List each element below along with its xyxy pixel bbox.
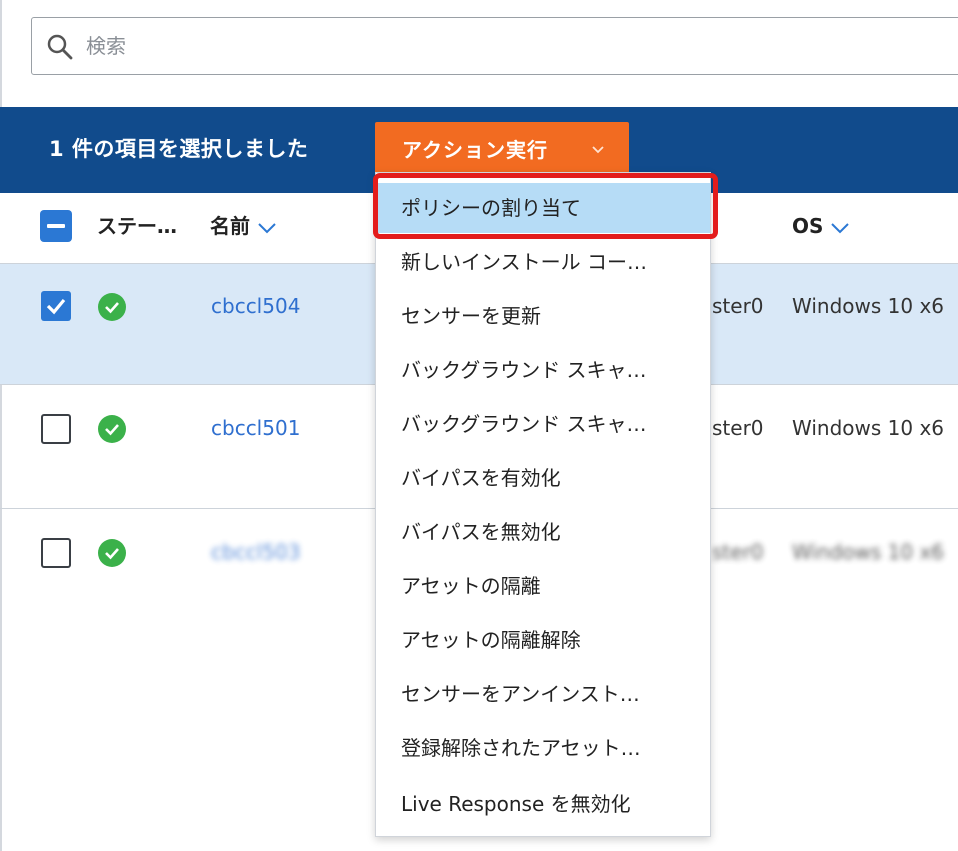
search-icon — [47, 34, 73, 60]
highlight-annotation — [373, 173, 718, 239]
status-ok-icon — [98, 415, 126, 443]
action-button-label: アクション実行 — [402, 138, 548, 162]
device-name-link[interactable]: cbccl503 — [211, 538, 300, 566]
row-checkbox[interactable] — [41, 291, 71, 321]
search-placeholder: 検索 — [86, 34, 126, 58]
menu-item-enable-bypass[interactable]: バイパスを有効化 — [376, 453, 710, 503]
sort-down-icon[interactable] — [258, 222, 276, 234]
menu-item-quarantine-asset[interactable]: アセットの隔離 — [376, 561, 710, 611]
menu-item-uninstall-sensor[interactable]: センサーをアンインスト… — [376, 669, 710, 719]
select-all-checkbox[interactable] — [40, 210, 72, 242]
column-header-os-label: OS — [792, 214, 824, 238]
status-ok-icon — [98, 293, 126, 321]
column-header-name-label: 名前 — [210, 214, 250, 238]
menu-item-unquarantine-asset[interactable]: アセットの隔離解除 — [376, 615, 710, 665]
column-header-status[interactable]: ステー… — [97, 212, 177, 240]
menu-item-disable-bypass[interactable]: バイパスを無効化 — [376, 507, 710, 557]
sort-down-icon[interactable] — [831, 222, 850, 234]
device-group-cell: ster0 — [712, 416, 764, 440]
selection-count-text: 1 件の項目を選択しました — [49, 137, 309, 161]
checkmark-icon — [46, 298, 66, 315]
menu-item-update-sensor[interactable]: センサーを更新 — [376, 291, 710, 341]
device-group-cell: ster0 — [712, 294, 764, 318]
row-checkbox[interactable] — [41, 538, 71, 568]
row-checkbox[interactable] — [41, 414, 71, 444]
chevron-down-icon — [592, 146, 604, 154]
device-name-link[interactable]: cbccl501 — [211, 414, 300, 442]
device-name-link[interactable]: cbccl504 — [211, 292, 300, 320]
device-os-cell: Windows 10 x6 — [792, 416, 945, 440]
search-field[interactable]: 検索 — [31, 17, 958, 75]
menu-item-disable-live-response[interactable]: Live Response を無効化 — [376, 779, 710, 829]
menu-item-deregistered-assets[interactable]: 登録解除されたアセット… — [376, 723, 710, 773]
column-header-name[interactable]: 名前 — [210, 212, 276, 240]
action-menu: ポリシーの割り当て 新しいインストール コー… センサーを更新 バックグラウンド… — [375, 172, 711, 837]
menu-item-background-scan-1[interactable]: バックグラウンド スキャ… — [376, 345, 710, 395]
menu-item-background-scan-2[interactable]: バックグラウンド スキャ… — [376, 399, 710, 449]
action-button[interactable]: アクション実行 — [375, 122, 629, 178]
device-group-cell: ster0 — [712, 540, 764, 564]
device-os-cell: Windows 10 x6 — [792, 294, 945, 318]
column-header-os[interactable]: OS — [792, 212, 850, 240]
menu-item-new-install-code[interactable]: 新しいインストール コー… — [376, 237, 710, 287]
device-os-cell: Windows 10 x6 — [792, 540, 945, 564]
status-ok-icon — [98, 539, 126, 567]
